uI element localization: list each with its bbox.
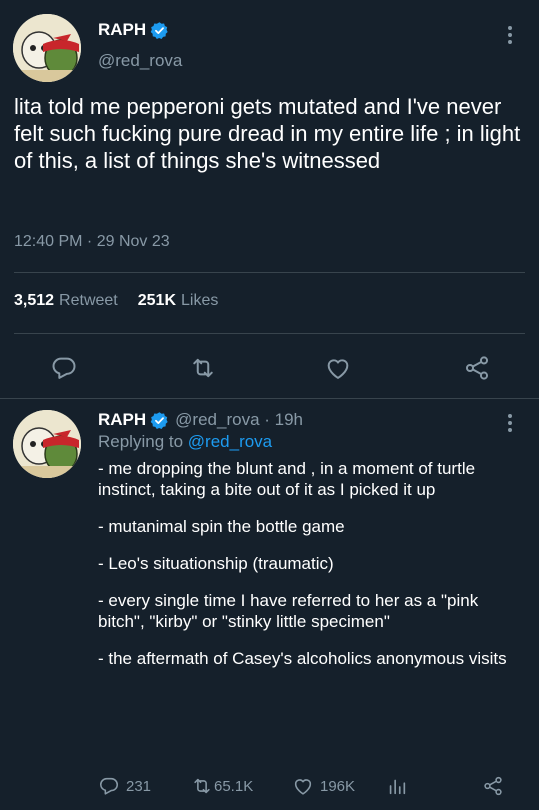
list-item: - mutanimal spin the bottle game <box>98 517 345 536</box>
list-item: - every single time I have referred to h… <box>98 591 479 631</box>
heart-icon <box>327 359 349 379</box>
avatar[interactable] <box>13 14 81 82</box>
verified-badge-icon <box>150 21 168 39</box>
retweet-icon <box>194 778 210 794</box>
list-item: - Leo's situationship (traumatic) <box>98 554 334 573</box>
replying-mention[interactable]: @red_rova <box>188 432 272 451</box>
retweet-label[interactable]: Retweet <box>59 292 118 310</box>
reply-header: RAPH @red_rova · 19h <box>98 408 518 432</box>
engagement-stats: 3,512 Retweet 251K Likes <box>14 292 218 310</box>
share-icon <box>465 356 489 380</box>
like-label[interactable]: Likes <box>181 292 218 310</box>
reply-reply-count: 231 <box>126 777 152 795</box>
divider <box>14 333 525 334</box>
share-icon <box>484 776 502 796</box>
reply-retweet-count: 65.1K <box>214 777 254 795</box>
reply-text: - me dropping the blunt and , in a momen… <box>98 458 518 669</box>
retweet-button[interactable] <box>188 354 218 382</box>
tweet-timestamp[interactable]: 12:40 PM · 29 Nov 23 <box>14 233 170 251</box>
reply-bubble-icon <box>99 777 119 795</box>
author-name-row: RAPH <box>98 20 169 40</box>
author-handle[interactable]: @red_rova <box>98 51 182 71</box>
like-button[interactable] <box>324 354 352 382</box>
list-item: - the aftermath of Casey's alcoholics an… <box>98 649 507 668</box>
replying-prefix: Replying to <box>98 432 188 451</box>
more-vertical-icon[interactable] <box>506 26 514 47</box>
heart-icon <box>294 779 312 795</box>
analytics-bars-icon <box>389 779 406 795</box>
like-count[interactable]: 251K <box>138 292 176 310</box>
reply-avatar[interactable] <box>13 410 81 478</box>
reply-action-bar: 231 65.1K 196K <box>0 773 539 801</box>
reply-bubble-icon <box>52 357 76 379</box>
reply-share-button[interactable] <box>482 775 504 797</box>
tweet-text: lita told me pepperoni gets mutated and … <box>14 94 521 173</box>
reply-like-count: 196K <box>320 777 356 795</box>
retweet-icon <box>193 358 213 378</box>
reply-display-name[interactable]: RAPH <box>98 410 146 430</box>
analytics-button[interactable] <box>386 775 408 797</box>
reply-handle-time[interactable]: @red_rova · 19h <box>175 410 303 430</box>
reply-button[interactable] <box>50 354 78 382</box>
list-item: - me dropping the blunt and , in a momen… <box>98 459 476 499</box>
reply-tweet: RAPH @red_rova · 19h Replying to @red_ro… <box>98 408 518 685</box>
replying-to: Replying to @red_rova <box>98 432 518 456</box>
reply-like-button[interactable]: 196K <box>292 775 355 797</box>
divider <box>14 272 525 273</box>
divider <box>0 398 539 399</box>
display-name[interactable]: RAPH <box>98 20 146 40</box>
share-button[interactable] <box>463 354 491 382</box>
verified-badge-icon <box>150 411 168 429</box>
retweet-count[interactable]: 3,512 <box>14 292 54 310</box>
reply-reply-button[interactable]: 231 <box>98 775 151 797</box>
reply-retweet-button[interactable]: 65.1K <box>190 775 253 797</box>
